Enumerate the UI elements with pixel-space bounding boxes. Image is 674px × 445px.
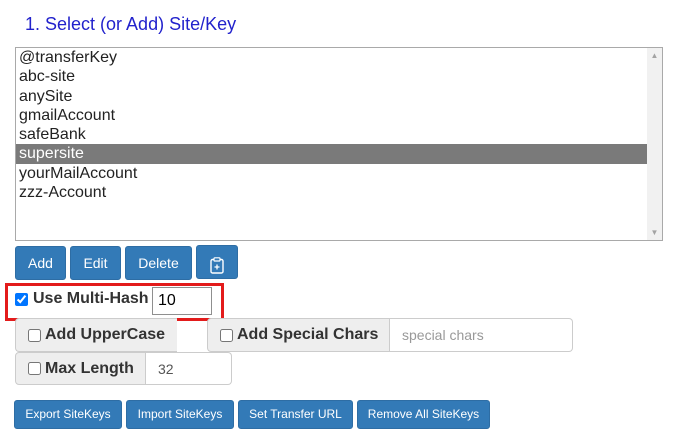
- special-chars-label: Add Special Chars: [237, 326, 379, 343]
- clipboard-plus-icon: [210, 253, 224, 274]
- uppercase-addon[interactable]: Add UpperCase: [15, 318, 177, 352]
- sitekey-list[interactable]: @transferKey abc-site anySite gmailAccount s…: [15, 47, 663, 241]
- add-button[interactable]: Add: [15, 246, 66, 280]
- max-length-label: Max Length: [45, 359, 134, 377]
- list-item[interactable]: yourMailAccount: [16, 164, 647, 183]
- list-scrollbar[interactable]: ▲ ▼: [647, 48, 662, 240]
- list-item[interactable]: anySite: [16, 87, 647, 106]
- special-chars-addon[interactable]: Add Special Chars: [207, 318, 390, 352]
- uppercase-checkbox[interactable]: [28, 328, 41, 342]
- delete-button[interactable]: Delete: [125, 246, 192, 280]
- edit-button[interactable]: Edit: [70, 246, 121, 280]
- list-item[interactable]: supersite: [16, 144, 647, 164]
- import-sitekeys-button[interactable]: Import SiteKeys: [126, 400, 234, 429]
- multi-hash-option[interactable]: Use Multi-Hash: [15, 290, 149, 308]
- list-item[interactable]: zzz-Account: [16, 183, 647, 202]
- sitekey-list-items: @transferKey abc-site anySite gmailAccount s…: [16, 48, 647, 240]
- scroll-up-arrow-icon[interactable]: ▲: [647, 48, 662, 63]
- special-chars-checkbox[interactable]: [220, 328, 233, 342]
- remove-all-sitekeys-button[interactable]: Remove All SiteKeys: [357, 400, 490, 429]
- max-length-option[interactable]: Max Length: [15, 352, 232, 385]
- max-length-addon[interactable]: Max Length: [15, 352, 146, 385]
- scroll-down-arrow-icon[interactable]: ▼: [647, 225, 662, 240]
- special-chars-input[interactable]: [390, 318, 573, 352]
- set-transfer-url-button[interactable]: Set Transfer URL: [238, 400, 353, 429]
- special-chars-option[interactable]: Add Special Chars: [207, 318, 573, 352]
- list-item[interactable]: @transferKey: [16, 48, 647, 67]
- uppercase-label: Add UpperCase: [45, 326, 166, 343]
- multi-hash-checkbox[interactable]: [15, 292, 28, 306]
- list-item[interactable]: safeBank: [16, 125, 647, 144]
- uppercase-option[interactable]: Add UpperCase: [15, 318, 177, 352]
- clipboard-button[interactable]: [196, 245, 238, 279]
- page-title: 1. Select (or Add) Site/Key: [25, 14, 237, 34]
- max-length-input[interactable]: [146, 352, 232, 385]
- max-length-checkbox[interactable]: [28, 362, 41, 375]
- export-sitekeys-button[interactable]: Export SiteKeys: [14, 400, 122, 429]
- list-item[interactable]: abc-site: [16, 67, 647, 86]
- multi-hash-label: Use Multi-Hash: [33, 290, 149, 307]
- multi-hash-count-input[interactable]: [152, 287, 212, 315]
- list-item[interactable]: gmailAccount: [16, 106, 647, 125]
